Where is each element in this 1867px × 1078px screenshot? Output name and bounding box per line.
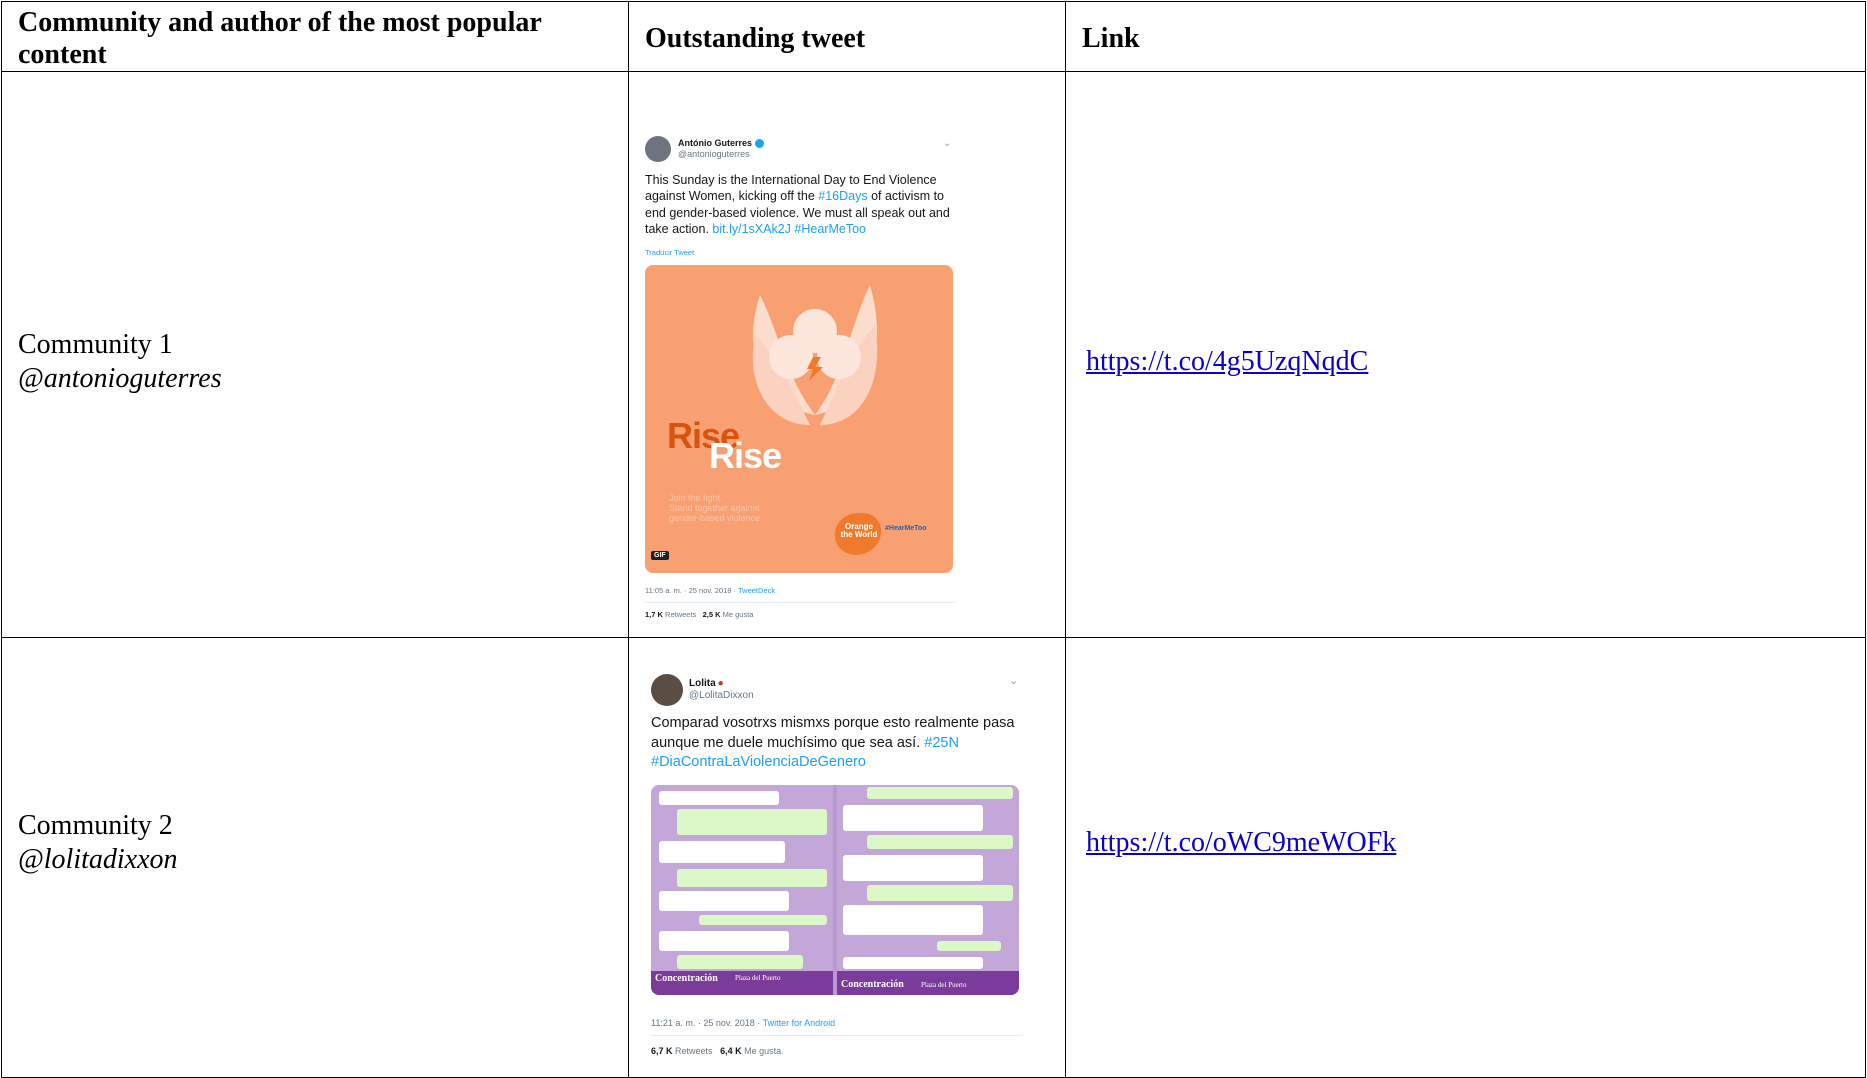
tweet-source[interactable]: TweetDeck <box>738 586 775 595</box>
tweet-text: This Sunday is the International Day to … <box>645 172 950 237</box>
community-handle: @antonioguterres <box>18 362 222 394</box>
tweet-author-handle: @LolitaDixxon <box>689 690 754 701</box>
tweet-stats: 6,7 K Retweets 6,4 K Me gusta <box>651 1046 782 1056</box>
hashtag-link[interactable]: #HearMeToo <box>794 222 866 236</box>
tweet-source[interactable]: Twitter for Android <box>763 1018 836 1028</box>
tweet-divider <box>651 1035 1023 1036</box>
banner-right: Concentración Plaza del Puerto <box>837 971 1019 995</box>
community-name: Community 1 <box>18 328 173 360</box>
header-row: Community and author of the most popular… <box>1 1 1866 72</box>
tweet-card: António Guterres @antonioguterres ⌄ This… <box>643 99 963 619</box>
chevron-down-icon[interactable]: ⌄ <box>1009 674 1018 687</box>
translate-link[interactable]: Traducir Tweet <box>645 248 694 257</box>
media-logo-text: Orange the World <box>840 521 878 539</box>
tweet-url-link[interactable]: https://t.co/oWC9meWOFk <box>1066 827 1396 858</box>
url-link[interactable]: bit.ly/1sXAk2J <box>712 222 791 236</box>
community-handle: @lolitadixxon <box>18 843 178 875</box>
tweet-url-link[interactable]: https://t.co/4g5UzqNqdC <box>1066 346 1368 377</box>
tweet-timestamp: 11:21 a. m. · 25 nov. 2018 · Twitter for… <box>651 1018 836 1028</box>
tweet-card: Lolita ● @LolitaDixxon ⌄ Comparad vosotrx… <box>649 638 1029 1070</box>
header-tweet: Outstanding tweet <box>628 1 1066 72</box>
community-cell: Community 1 @antonioguterres <box>1 71 629 638</box>
tweet-author-name: Lolita <box>689 678 716 689</box>
media-subtitle: Join the fight. Stand together against g… <box>669 492 761 523</box>
gif-badge: GIF <box>651 550 669 560</box>
banner-left: Concentración Plaza del Puerto <box>651 971 833 995</box>
rose-icon: ● <box>717 678 724 689</box>
avatar <box>645 135 671 162</box>
link-cell: https://t.co/4g5UzqNqdC <box>1065 71 1866 638</box>
link-cell: https://t.co/oWC9meWOFk <box>1065 637 1866 1078</box>
hashtag-link[interactable]: #DiaContraLaViolenciaDeGenero <box>651 754 866 770</box>
table-row: Community 1 @antonioguterres António Gut… <box>1 71 1866 638</box>
tweet-media[interactable]: Concentración Plaza del Puerto Concentra… <box>651 785 1019 995</box>
community-cell: Community 2 @lolitadixxon <box>1 637 629 1078</box>
tweet-text: Comparad vosotrxs mismxs porque esto rea… <box>651 715 1015 770</box>
hashtag-link[interactable]: #16Days <box>818 189 867 203</box>
avatar <box>651 674 683 706</box>
tweet-divider <box>645 601 955 603</box>
data-table: Community and author of the most popular… <box>1 1 1866 1078</box>
header-link: Link <box>1065 1 1866 72</box>
chevron-down-icon[interactable]: ⌄ <box>943 138 951 149</box>
verified-icon <box>755 138 765 148</box>
tweet-author-name: António Guterres <box>678 137 753 148</box>
chat-screenshot-right <box>837 785 1019 971</box>
media-title-2: Rise <box>709 434 782 476</box>
tweet-media[interactable]: Rise Rise Join the fight. Stand together… <box>645 264 953 573</box>
tweet-cell: Lolita ● @LolitaDixxon ⌄ Comparad vosotrx… <box>628 637 1066 1078</box>
tweet-timestamp: 11:05 a. m. · 25 nov. 2018 · TweetDeck <box>645 585 776 595</box>
community-name: Community 2 <box>18 809 173 841</box>
header-community: Community and author of the most popular… <box>1 1 629 72</box>
tweet-author-handle: @antonioguterres <box>678 148 750 159</box>
hashtag-link[interactable]: #25N <box>924 735 959 751</box>
tweet-cell: António Guterres @antonioguterres ⌄ This… <box>628 71 1066 638</box>
table-row: Community 2 @lolitadixxon Lolita ● @Lolit… <box>1 637 1866 1078</box>
media-hashtag: #HearMeToo <box>885 524 927 532</box>
chat-screenshot-left <box>651 785 833 971</box>
tweet-stats: 1,7 K Retweets 2,5 K Me gusta <box>645 609 754 619</box>
